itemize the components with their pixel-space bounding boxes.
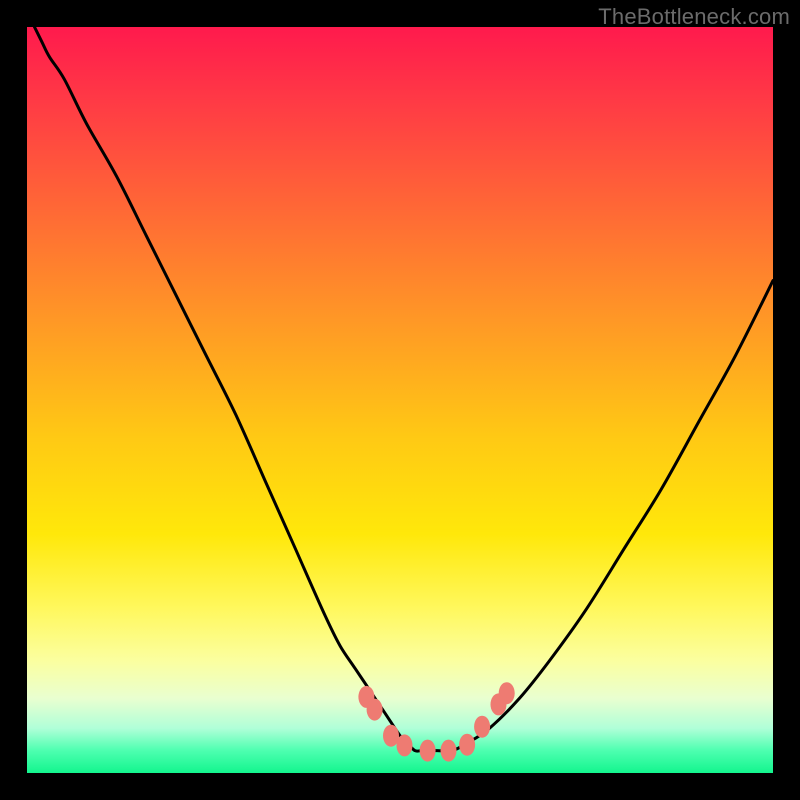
curve-markers	[27, 27, 773, 773]
curve-marker	[441, 740, 457, 762]
curve-marker	[367, 699, 383, 721]
app-frame: TheBottleneck.com	[0, 0, 800, 800]
curve-marker	[459, 734, 475, 756]
curve-marker	[383, 725, 399, 747]
curve-marker	[420, 740, 436, 762]
marker-group	[358, 682, 514, 761]
chart-area	[27, 27, 773, 773]
curve-marker	[499, 682, 515, 704]
curve-marker	[474, 716, 490, 738]
watermark-text: TheBottleneck.com	[598, 4, 790, 30]
curve-marker	[397, 734, 413, 756]
